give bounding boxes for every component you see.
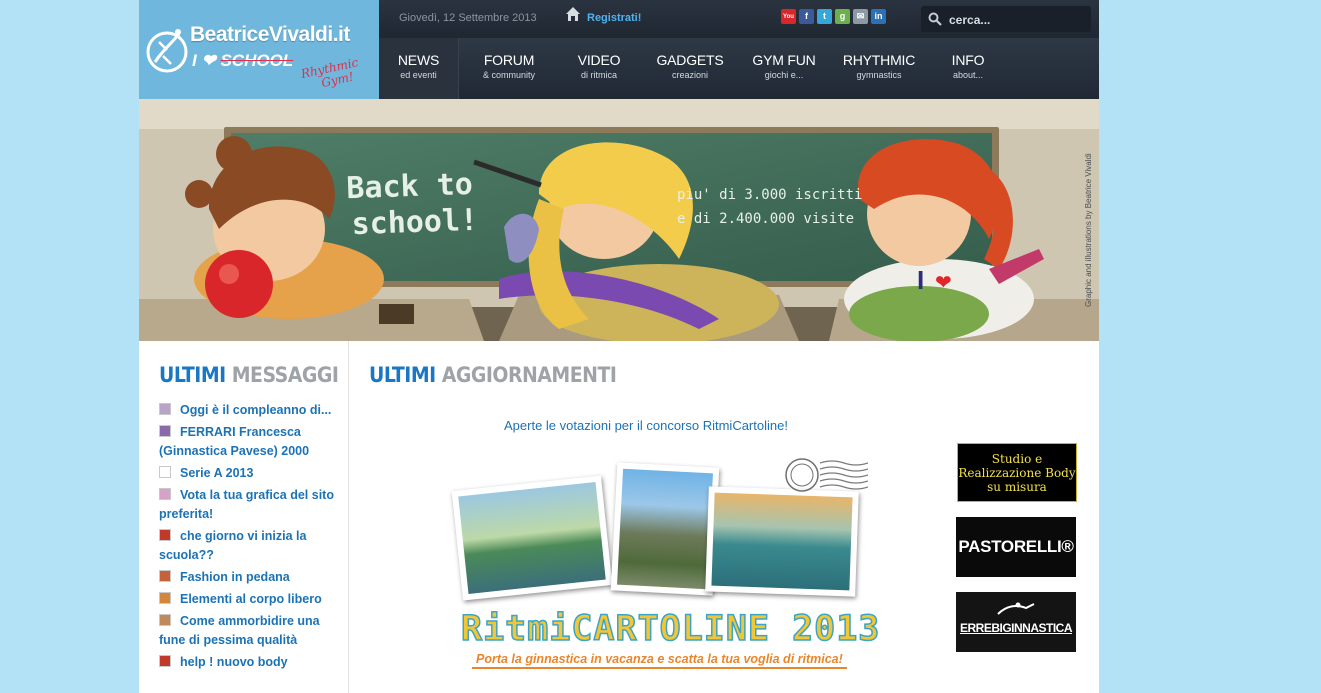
- postcard-subtitle: Porta la ginnastica in vacanza e scatta …: [472, 652, 847, 669]
- search-icon[interactable]: [928, 12, 942, 26]
- nav-item-rhythmic[interactable]: RHYTHMIC gymnastics: [827, 38, 931, 99]
- nav-item-label: FORUM: [483, 52, 535, 68]
- post-title: help ! nuovo body: [180, 655, 288, 669]
- facebook-icon[interactable]: f: [799, 9, 814, 24]
- top-bar: Giovedì, 12 Settembre 2013 Registrati! Y…: [379, 0, 1099, 38]
- list-item[interactable]: Come ammorbidire una fune di pessima qua…: [159, 612, 334, 650]
- sponsor-ads: Studio e Realizzazione Body su misura PA…: [956, 443, 1078, 667]
- list-item[interactable]: help ! nuovo body: [159, 653, 334, 672]
- latest-updates-heading: ULTIMI AGGIORNAMENTI: [369, 363, 617, 387]
- ad-errebiginnastica[interactable]: ERREBIGINNASTICA: [956, 592, 1076, 652]
- post-title: Elementi al corpo libero: [180, 592, 322, 606]
- nav-item-sublabel: ed eventi: [400, 70, 437, 80]
- avatar-icon: [159, 570, 171, 582]
- avatar-icon: [159, 592, 171, 604]
- right-column: ULTIMI AGGIORNAMENTI Aperte le votazioni…: [349, 341, 1099, 693]
- register-link[interactable]: Registrati!: [587, 12, 641, 24]
- list-item[interactable]: che giorno vi inizia la scuola??: [159, 527, 334, 565]
- banner-illustration: I ❤: [139, 99, 1099, 341]
- gymnast-logo-icon: [146, 29, 188, 73]
- post-title: Serie A 2013: [180, 466, 254, 480]
- avatar-icon: [159, 403, 171, 415]
- nav-item-info[interactable]: INFO about...: [931, 38, 1005, 99]
- announcement-link[interactable]: Aperte le votazioni per il concorso Ritm…: [504, 418, 788, 433]
- avatar-icon: [159, 425, 171, 437]
- gymnast-silhouette-icon: [997, 602, 1035, 615]
- banner-headline: Back to school!: [345, 166, 479, 243]
- home-icon[interactable]: [565, 6, 581, 22]
- banner-stats: piu' di 3.000 iscritti e di 2.400.000 vi…: [677, 187, 863, 227]
- ad-pastorelli[interactable]: PASTORELLI®: [956, 517, 1076, 577]
- left-column: ULTIMI MESSAGGI Oggi è il compleanno di.…: [139, 341, 349, 693]
- heart-icon: ❤: [201, 51, 216, 70]
- list-item[interactable]: Oggi è il compleanno di...: [159, 401, 334, 420]
- nav-item-video[interactable]: VIDEO di ritmica: [559, 38, 639, 99]
- latest-messages-list: Oggi è il compleanno di... FERRARI France…: [159, 401, 334, 675]
- search-input[interactable]: [947, 10, 1089, 30]
- list-item[interactable]: Serie A 2013: [159, 464, 334, 483]
- email-icon[interactable]: ✉: [853, 9, 868, 24]
- shirt-text: I: [917, 265, 924, 295]
- postcard-photo-mountain: [610, 462, 720, 596]
- nav-item-label: NEWS: [397, 52, 440, 68]
- nav-item-gym-fun[interactable]: GYM FUN giochi e...: [741, 38, 827, 99]
- site-container: BeatriceVivaldi.it I ❤ SCHOOL Rhythmic G…: [139, 0, 1099, 693]
- avatar-icon: [159, 466, 171, 478]
- nav-item-forum[interactable]: FORUM & community: [459, 38, 559, 99]
- nav-item-news[interactable]: NEWS ed eventi: [379, 38, 459, 99]
- social-links: You f t g ✉ in: [781, 9, 886, 24]
- post-title: che giorno vi inizia la scuola??: [159, 529, 307, 562]
- post-title: Oggi è il compleanno di...: [180, 403, 332, 417]
- ritmicartoline-postcard[interactable]: RitmiCARTOLINE 2013 Porta la ginnastica …: [449, 458, 889, 671]
- nav-item-sublabel: giochi e...: [764, 70, 804, 80]
- banner-credit: Graphic and illustrations by Beatrice Vi…: [1084, 153, 1093, 307]
- twitter-icon[interactable]: t: [817, 9, 832, 24]
- ad-label: PASTORELLI®: [958, 537, 1074, 556]
- site-logo[interactable]: BeatriceVivaldi.it I ❤ SCHOOL Rhythmic G…: [139, 0, 379, 99]
- avatar-icon: [159, 488, 171, 500]
- list-item[interactable]: FERRARI Francesca (Ginnastica Pavese) 20…: [159, 423, 334, 461]
- logo-title: BeatriceVivaldi.it: [190, 23, 350, 46]
- nav-item-sublabel: & community: [482, 70, 535, 80]
- nav-item-sublabel: gymnastics: [856, 70, 902, 80]
- hero-banner[interactable]: I ❤ Back to school! piu' di 3.000 iscrit…: [139, 99, 1099, 341]
- logo-script: Rhythmic Gym!: [299, 55, 360, 91]
- youtube-icon[interactable]: You: [781, 9, 796, 24]
- post-title: Come ammorbidire una fune di pessima qua…: [159, 614, 320, 647]
- nav-item-gadgets[interactable]: GADGETS creazioni: [639, 38, 741, 99]
- nav-item-label: INFO: [951, 52, 985, 68]
- post-title: Fashion in pedana: [180, 570, 290, 584]
- ad-label: Studio e Realizzazione Body su misura: [958, 451, 1076, 494]
- avatar-icon: [159, 529, 171, 541]
- list-item[interactable]: Vota la tua grafica del sito preferita!: [159, 486, 334, 524]
- nav-item-label: GYM FUN: [752, 52, 816, 68]
- ad-body-su-misura[interactable]: Studio e Realizzazione Body su misura: [957, 443, 1077, 502]
- post-title: FERRARI Francesca (Ginnastica Pavese) 20…: [159, 425, 310, 458]
- nav-item-sublabel: di ritmica: [580, 70, 617, 80]
- avatar-icon: [159, 655, 171, 667]
- postcard-photo-sea: [705, 486, 859, 597]
- list-item[interactable]: Elementi al corpo libero: [159, 590, 334, 609]
- post-title: Vota la tua grafica del sito preferita!: [159, 488, 334, 521]
- search-box[interactable]: [921, 6, 1091, 32]
- logo-tagline: I ❤ SCHOOL: [192, 51, 294, 70]
- postmark-stamp-icon: [785, 458, 868, 492]
- main-nav: NEWS ed eventi FORUM & community VIDEO di rit…: [379, 38, 1099, 99]
- latest-messages-heading: ULTIMI MESSAGGI: [159, 363, 339, 387]
- nav-item-label: VIDEO: [577, 52, 621, 68]
- avatar-icon: [159, 614, 171, 626]
- postcard-photo-lake: [451, 475, 613, 601]
- linkedin-icon[interactable]: in: [871, 9, 886, 24]
- nav-item-sublabel: about...: [952, 70, 984, 80]
- ad-label: ERREBIGINNASTICA: [959, 621, 1073, 635]
- current-date: Giovedì, 12 Settembre 2013: [399, 12, 537, 24]
- google-icon[interactable]: g: [835, 9, 850, 24]
- nav-item-sublabel: creazioni: [671, 70, 709, 80]
- nav-item-label: RHYTHMIC: [842, 52, 916, 68]
- list-item[interactable]: Fashion in pedana: [159, 568, 334, 587]
- svg-text:❤: ❤: [935, 272, 952, 294]
- nav-item-label: GADGETS: [656, 52, 724, 68]
- postcard-title: RitmiCARTOLINE 2013: [460, 608, 881, 650]
